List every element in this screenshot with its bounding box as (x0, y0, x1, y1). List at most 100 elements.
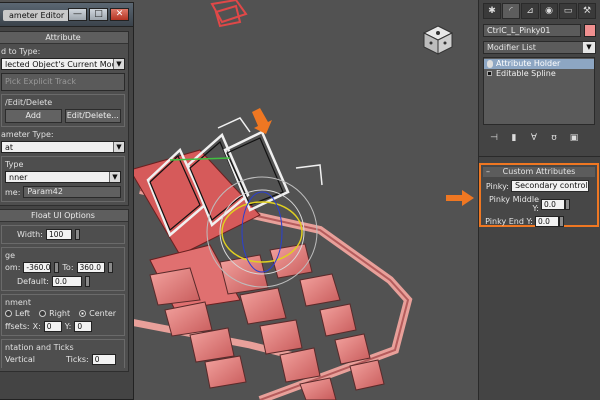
pinky-label: Pinky: (485, 181, 509, 191)
ui-type-value: nner (9, 173, 28, 182)
edit-delete-button[interactable]: Edit/Delete... (64, 109, 121, 123)
minimize-button[interactable]: — (68, 8, 87, 21)
custom-attributes-header[interactable]: – Custom Attributes (483, 167, 595, 177)
align-center-label: Center (89, 309, 117, 318)
float-ui-options-rollout: Float UI Options Width: 100 ge om: -360.… (0, 209, 129, 372)
float-ui-options-header[interactable]: Float UI Options (0, 210, 128, 222)
pinky-middle-spinner[interactable] (565, 198, 570, 210)
ui-type-dropdown[interactable]: nner ▼ (5, 171, 121, 183)
parameter-type-section: ameter Type: at ▼ (0, 130, 128, 153)
custom-attributes-title: Custom Attributes (502, 167, 576, 176)
name-input[interactable]: Param42 (23, 186, 121, 198)
stack-item-label: Attribute Holder (496, 59, 561, 68)
chevron-down-icon: ▼ (583, 42, 595, 53)
offset-x-input[interactable]: 0 (43, 321, 62, 332)
make-unique-icon[interactable]: ∀ (527, 133, 541, 144)
to-spinner[interactable] (107, 262, 113, 273)
align-left-radio[interactable] (5, 310, 12, 317)
width-group: Width: 100 (1, 225, 125, 244)
pinky-end-spinner[interactable] (559, 216, 564, 227)
window-buttons: — □ ✕ (68, 8, 129, 21)
to-label: To: (62, 263, 74, 272)
configure-modifier-sets-icon[interactable]: ▣ (567, 133, 581, 144)
add-edit-delete-group: /Edit/Delete Add Edit/Delete... (1, 94, 125, 127)
modifier-list-dropdown[interactable]: Modifier List ▼ (483, 41, 596, 54)
modify-tab-icon[interactable]: ◜ (502, 3, 520, 19)
default-input[interactable]: 0.0 (51, 276, 82, 287)
pinky-label-field: Secondary control (511, 180, 589, 192)
motion-tab-icon[interactable]: ◉ (540, 3, 558, 19)
chevron-down-icon: ▼ (113, 142, 124, 152)
pinky-row: Pinky: Secondary control (481, 180, 597, 192)
offset-x-label: X: (32, 322, 41, 331)
name-label: me: (5, 187, 21, 197)
align-right-label: Right (49, 309, 71, 318)
add-to-type-dropdown[interactable]: lected Object's Current Modifier ▼ (1, 58, 125, 70)
ui-type-group: Type nner ▼ me: Param42 (1, 156, 125, 202)
offsets-label: ffsets: (5, 322, 30, 331)
display-tab-icon[interactable]: ▭ (559, 3, 577, 19)
stack-item-label: Editable Spline (496, 69, 556, 78)
width-input[interactable]: 100 (45, 229, 72, 240)
custom-attributes-rollout: – Custom Attributes Pinky: Secondary con… (479, 163, 599, 227)
add-button[interactable]: Add (5, 109, 62, 123)
pick-explicit-track-button[interactable]: Pick Explicit Track (1, 73, 125, 91)
alignment-label: nment (5, 298, 31, 307)
window-title: ameter Editor (3, 10, 71, 21)
pinky-middle-row: Pinky Middle Y: 0.0 (481, 195, 597, 213)
attribute-rollout: Attribute d to Type: lected Object's Cur… (0, 31, 129, 206)
hierarchy-tab-icon[interactable]: ⊿ (521, 3, 539, 19)
pinky-end-input[interactable]: 0.0 (535, 216, 559, 227)
stack-item-attribute-holder[interactable]: Attribute Holder (484, 59, 594, 69)
add-to-type-value: lected Object's Current Modifier (5, 60, 125, 69)
align-left-label: Left (15, 309, 31, 318)
offset-y-input[interactable]: 0 (74, 321, 93, 332)
width-spinner[interactable] (74, 229, 80, 240)
chevron-down-icon: ▼ (109, 172, 120, 182)
panel-divider (479, 156, 600, 157)
object-name-input[interactable]: CtrlC_L_Pinky01 (483, 24, 581, 37)
from-spinner[interactable] (54, 262, 60, 273)
object-color-swatch[interactable] (584, 24, 596, 37)
show-end-result-icon[interactable]: ▮ (507, 133, 521, 144)
object-name-row: CtrlC_L_Pinky01 (483, 24, 596, 37)
ui-type-label: Type (5, 160, 24, 169)
lightbulb-icon[interactable] (487, 60, 493, 68)
parameter-type-value: at (5, 143, 14, 152)
spline-icon (487, 71, 492, 76)
maximize-button[interactable]: □ (89, 8, 108, 21)
pinky-middle-input[interactable]: 0.0 (541, 198, 565, 210)
pinky-middle-label: Pinky Middle Y: (489, 195, 539, 213)
pinky-end-row: Pinky End Y: 0.0 (481, 216, 597, 227)
collapse-icon: – (486, 167, 490, 176)
stack-item-editable-spline[interactable]: Editable Spline (484, 69, 594, 79)
align-center-radio[interactable] (79, 310, 87, 317)
default-label: Default: (17, 277, 49, 286)
parameter-type-dropdown[interactable]: at ▼ (1, 141, 125, 153)
vertical-label: Vertical (5, 355, 35, 364)
alignment-group: nment Left Right Center ffsets: X: 0 Y: … (1, 294, 125, 336)
from-label: om: (5, 263, 21, 272)
ticks-label: Ticks: (65, 355, 89, 364)
range-label: ge (5, 251, 15, 260)
default-spinner[interactable] (84, 276, 90, 287)
to-input[interactable]: 360.0 (76, 262, 105, 273)
remove-modifier-icon[interactable]: ʊ (547, 133, 561, 144)
utilities-tab-icon[interactable]: ⚒ (578, 3, 596, 19)
window-titlebar[interactable]: ameter Editor — □ ✕ (0, 3, 133, 27)
modifier-list-label: Modifier List (487, 43, 536, 52)
parameter-editor-body: Attribute d to Type: lected Object's Cur… (0, 28, 133, 399)
add-edit-delete-label: /Edit/Delete (5, 98, 53, 107)
close-button[interactable]: ✕ (110, 8, 129, 21)
parameter-editor-window[interactable]: ameter Editor — □ ✕ Attribute d to Type:… (0, 2, 134, 400)
parameter-type-label: ameter Type: (1, 130, 54, 139)
align-right-radio[interactable] (39, 310, 47, 317)
attribute-rollout-header[interactable]: Attribute (0, 32, 128, 44)
create-tab-icon[interactable]: ✱ (483, 3, 501, 19)
view-cube-icon[interactable] (422, 24, 454, 56)
ticks-input[interactable]: 0 (91, 354, 116, 365)
pin-stack-icon[interactable]: ⊣ (487, 133, 501, 144)
offset-y-label: Y: (64, 322, 72, 331)
from-input[interactable]: -360.0 (23, 262, 52, 273)
chevron-down-icon: ▼ (113, 59, 124, 69)
